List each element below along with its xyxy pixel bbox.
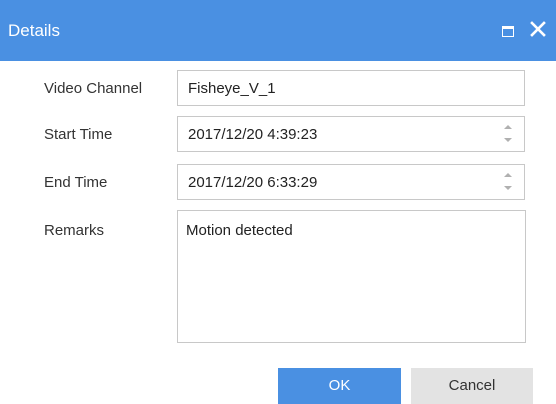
cancel-button[interactable]: Cancel (411, 368, 533, 404)
end-time-label: End Time (44, 174, 108, 191)
chevron-up-icon[interactable] (504, 125, 512, 129)
chevron-down-icon[interactable] (504, 138, 512, 142)
video-channel-value: Fisheye_V_1 (188, 80, 276, 97)
chevron-up-icon[interactable] (504, 173, 512, 177)
start-time-field[interactable]: 2017/12/20 4:39:23 (177, 116, 525, 152)
video-channel-label: Video Channel (44, 80, 143, 97)
remarks-label: Remarks (44, 222, 105, 239)
title-bar: Details (0, 0, 556, 61)
remarks-value: Motion detected (186, 222, 293, 239)
close-icon[interactable] (528, 19, 548, 39)
start-time-spinner[interactable] (502, 122, 514, 146)
ok-button[interactable]: OK (278, 368, 401, 404)
end-time-field[interactable]: 2017/12/20 6:33:29 (177, 164, 525, 200)
remarks-textarea[interactable]: Motion detected (177, 210, 526, 343)
start-time-label: Start Time (44, 126, 113, 143)
dialog-title: Details (8, 21, 60, 40)
end-time-value: 2017/12/20 6:33:29 (188, 174, 318, 191)
end-time-spinner[interactable] (502, 170, 514, 194)
chevron-down-icon[interactable] (504, 186, 512, 190)
maximize-icon[interactable] (499, 21, 517, 39)
video-channel-field[interactable]: Fisheye_V_1 (177, 70, 525, 106)
start-time-value: 2017/12/20 4:39:23 (188, 126, 318, 143)
details-dialog: Details Video Channel Fisheye_V_1 Start … (0, 0, 556, 404)
